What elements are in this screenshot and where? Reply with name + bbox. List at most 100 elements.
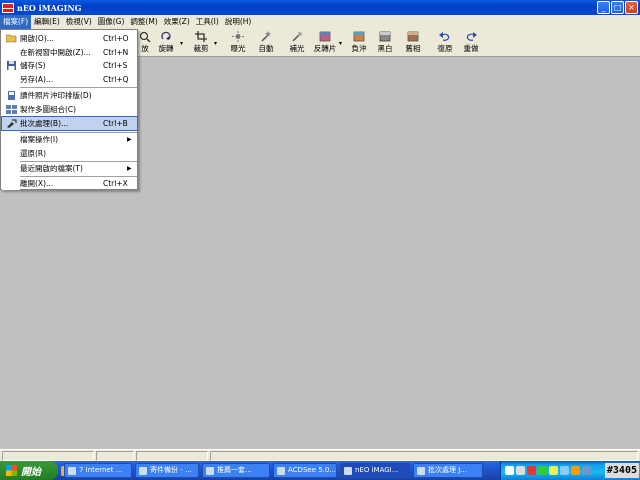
undo-label: 復原 [437,44,453,53]
menu-image[interactable]: 圖像(G) [95,15,128,29]
help-icon[interactable] [516,466,525,475]
menu-item-file-operations[interactable]: 檔案操作(I) ▶ [2,133,137,146]
menu-item-label: 讀件照片沖印排版(D) [20,91,92,100]
batch-icon [6,119,17,128]
taskbar-button-neo-imaging[interactable]: nEO iMAGI... [340,463,410,478]
menu-item-batch[interactable]: 批次處理(B)... Ctrl+B [1,116,138,131]
status-panel [96,451,134,461]
menu-help[interactable]: 說明(H) [222,15,255,29]
black-white-icon [379,31,391,42]
menu-tools[interactable]: 工具(I) [193,15,222,29]
reversal-film-dropdown-arrow[interactable]: ▾ [339,40,342,47]
menu-item-shortcut: Ctrl+B [103,119,128,128]
status-panel [2,451,94,461]
window-title: nEO iMAGING [17,2,82,13]
windows-logo-icon [6,465,17,476]
menu-separator [20,87,137,88]
reversal-film-label: 反轉片 [313,44,337,53]
fill-light-button[interactable]: 補光 [284,31,310,55]
reversal-film-button[interactable]: 反轉片 [312,31,338,55]
old-photo-icon [407,31,419,42]
menu-item-label: 製作多圖組合(C) [20,105,77,114]
close-button[interactable]: × [625,1,638,14]
watermark-badge: #3405 [604,463,639,478]
menu-item-recent-files[interactable]: 最近開啟的檔案(T) ▶ [2,162,137,175]
rotate-button[interactable]: 旋轉 [153,31,179,55]
menu-item-revert[interactable]: 還原(R) [2,147,137,160]
zoom-label: 放 [141,44,149,53]
menu-view[interactable]: 檢視(V) [63,15,95,29]
title-bar: nEO iMAGING _ □ × [0,0,640,15]
folder-open-icon [5,34,16,43]
start-label: 開始 [21,467,41,478]
menu-item-open[interactable]: 開啟(O)... Ctrl+O [2,32,137,45]
auto-label: 自動 [258,44,274,53]
cross-process-button[interactable]: 負沖 [346,31,372,55]
tray-icon[interactable] [527,466,536,475]
cross-process-icon [353,31,365,42]
menu-item-open-new-window[interactable]: 在新視窗中開啟(Z)... Ctrl+N [2,46,137,59]
menu-item-label: 儲存(S) [20,61,46,70]
collage-icon [5,105,17,114]
exposure-button[interactable]: 曝光 [225,31,251,55]
menu-item-shortcut: Ctrl+N [103,48,129,57]
tray-icon[interactable] [571,466,580,475]
menu-item-label: 離開(X)... [20,179,54,188]
black-white-button[interactable]: 黑白 [372,31,398,55]
status-panel [210,451,638,461]
crop-icon [195,31,207,42]
tray-icon[interactable] [582,466,591,475]
redo-icon [466,32,477,41]
menu-item-label: 在新視窗中開啟(Z)... [20,48,91,57]
black-white-label: 黑白 [377,44,393,53]
old-photo-label: 舊相 [405,44,421,53]
crop-label: 裁剪 [193,44,209,53]
menu-item-shortcut: Ctrl+X [103,179,128,188]
taskbar-button-internet[interactable]: 7 Internet ... [64,463,132,478]
menu-item-collage[interactable]: 製作多圖組合(C) [2,103,137,116]
fill-light-icon [292,32,302,42]
menu-item-label: 檔案操作(I) [20,135,59,144]
crop-dropdown-arrow[interactable]: ▾ [214,40,217,47]
zoom-icon [139,31,151,42]
auto-button[interactable]: 自動 [253,31,279,55]
exposure-icon [232,31,244,42]
tray-icon[interactable] [560,466,569,475]
menu-item-label: 還原(R) [20,149,47,158]
menu-item-shortcut: Ctrl+Q [103,75,129,84]
menu-item-print-layout[interactable]: 讀件照片沖印排版(D) [2,89,137,102]
crop-button[interactable]: 裁剪 [188,31,214,55]
taskbar-button-sent-items[interactable]: 寄件備份 - ... [135,463,199,478]
redo-button[interactable]: 重做 [458,31,484,55]
menu-item-label: 另存(A)... [20,75,54,84]
old-photo-button[interactable]: 舊相 [400,31,426,55]
tray-icon[interactable] [549,466,558,475]
menu-item-save[interactable]: 儲存(S) Ctrl+S [2,59,137,72]
rotate-label: 旋轉 [158,44,174,53]
taskbar: 開始 7 Internet ... 寄件備份 - ... 推薦一套... ACD… [0,461,640,480]
taskbar-button-recommend[interactable]: 推薦一套... [202,463,270,478]
minimize-button[interactable]: _ [597,1,610,14]
menu-adjust[interactable]: 調整(M) [127,15,160,29]
menu-item-label: 最近開啟的檔案(T) [20,164,83,173]
maximize-button[interactable]: □ [611,1,624,14]
menu-edit[interactable]: 編輯(E) [31,15,63,29]
rotate-dropdown-arrow[interactable]: ▾ [180,40,183,47]
tray-icon[interactable] [538,466,547,475]
undo-button[interactable]: 復原 [432,31,458,55]
menu-item-exit[interactable]: 離開(X)... Ctrl+X [2,177,137,190]
status-panel [136,451,208,461]
auto-icon [261,31,271,42]
taskbar-button-acdsee[interactable]: ACDSee 5.0... [273,463,337,478]
menu-effects[interactable]: 效果(Z) [161,15,193,29]
menu-file[interactable]: 檔案(F) [0,15,32,29]
start-button[interactable]: 開始 [0,461,58,480]
keyboard-icon[interactable] [505,466,514,475]
save-icon [6,61,16,70]
menu-bar: 檔案(F) 編輯(E) 檢視(V) 圖像(G) 調整(M) 效果(Z) 工具(I… [0,15,640,29]
menu-item-save-as[interactable]: 另存(A)... Ctrl+Q [2,73,137,86]
cross-process-label: 負沖 [351,44,367,53]
taskbar-button-batch[interactable]: 批次處理 J... [413,463,483,478]
menu-item-shortcut: Ctrl+S [103,61,128,70]
file-menu-dropdown: 開啟(O)... Ctrl+O 在新視窗中開啟(Z)... Ctrl+N 儲存(S)… [0,29,138,190]
